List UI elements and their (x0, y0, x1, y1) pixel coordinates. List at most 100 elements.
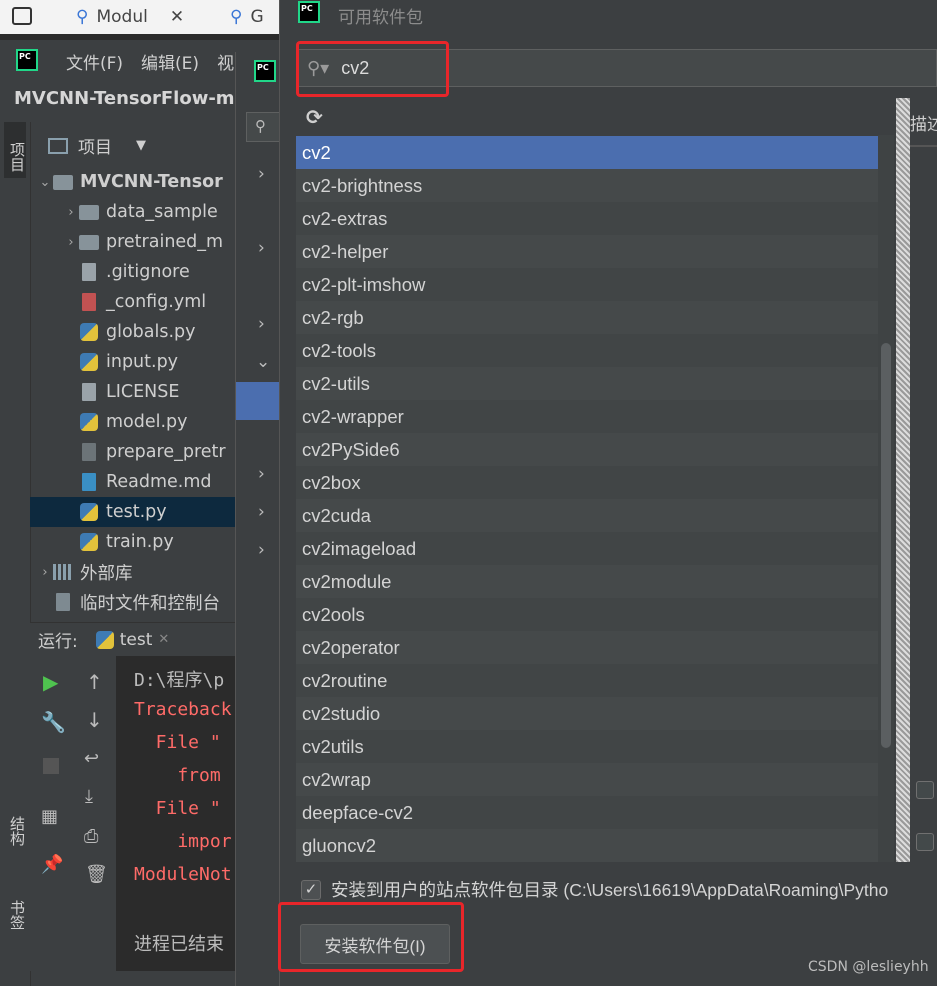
package-list-item[interactable]: cv2cuda (296, 499, 878, 532)
yml-file-icon (78, 292, 100, 312)
package-list-item[interactable]: deepface-cv2 (296, 796, 878, 829)
chevron-right-icon[interactable]: › (258, 464, 265, 484)
tree-item[interactable]: LICENSE (30, 377, 269, 407)
run-tab[interactable]: test ✕ (95, 630, 169, 650)
package-search-input[interactable] (339, 56, 844, 80)
chevron-right-icon[interactable]: › (258, 314, 265, 334)
tree-item[interactable]: › 外部库 (30, 557, 243, 587)
chevron-right-icon[interactable]: › (258, 164, 265, 184)
option-checkbox[interactable] (916, 833, 934, 851)
print-icon[interactable]: ⎙ (84, 826, 98, 847)
package-list: ⟳ cv2 cv2-brightness cv2-extras cv2-helper c… (296, 98, 894, 862)
menu-edit[interactable]: 编辑(E) (141, 49, 199, 74)
package-list-item[interactable]: cv2-brightness (296, 169, 878, 202)
settings-selected-row[interactable] (236, 382, 280, 420)
description-header: 描述 (910, 98, 937, 146)
wrench-icon[interactable]: 🔧 (41, 710, 66, 734)
tree-item[interactable]: .gitignore (30, 257, 269, 287)
tree-item-label: input.py (106, 352, 179, 372)
package-list-item[interactable]: cv2 (296, 136, 878, 169)
python-file-icon (78, 412, 100, 432)
structure-tool-tab[interactable]: 结构 (7, 816, 28, 846)
package-list-item[interactable]: cv2module (296, 565, 878, 598)
run-label: 运行: (38, 632, 78, 652)
tree-item[interactable]: prepare_pretr (30, 437, 269, 467)
package-list-item[interactable]: cv2ools (296, 598, 878, 631)
console-line: D:\程序\p (134, 670, 225, 691)
chevron-down-icon[interactable]: ⌄ (256, 352, 270, 372)
browser-tab-g[interactable]: ⚲ G (230, 4, 264, 30)
scroll-to-end-icon[interactable]: ⤓ (85, 786, 93, 807)
refresh-icon[interactable]: ⟳ (306, 105, 323, 129)
chevron-down-icon[interactable]: ⌄ (38, 175, 52, 190)
chevron-right-icon[interactable]: › (38, 565, 52, 580)
package-list-item[interactable]: cv2-plt-imshow (296, 268, 878, 301)
package-list-item[interactable]: gluoncv2 (296, 829, 878, 862)
python-file-icon (78, 502, 100, 522)
tree-item[interactable]: model.py (30, 407, 269, 437)
package-list-item[interactable]: cv2studio (296, 697, 878, 730)
dialog-title: 可用软件包 (338, 8, 423, 28)
menu-file[interactable]: 文件(F) (66, 49, 123, 74)
package-list-item[interactable]: cv2operator (296, 631, 878, 664)
package-list-item[interactable]: cv2utils (296, 730, 878, 763)
pin-icon[interactable]: 📌 (41, 854, 63, 875)
package-list-item[interactable]: cv2-rgb (296, 301, 878, 334)
tree-item-label: model.py (106, 412, 188, 432)
project-tool-tab[interactable]: 项目 (4, 122, 26, 178)
trash-icon[interactable]: 🗑 (85, 864, 108, 885)
python-file-icon (78, 532, 100, 552)
package-list-item[interactable]: cv2-helper (296, 235, 878, 268)
close-icon[interactable]: ✕ (158, 632, 169, 647)
tree-item[interactable]: test.py (30, 497, 269, 527)
package-list-item[interactable]: cv2-wrapper (296, 400, 878, 433)
search-icon: ⚲ (230, 7, 243, 27)
chevron-down-icon[interactable]: ▼ (136, 138, 146, 153)
bookmarks-tool-tab[interactable]: 书签 (7, 900, 28, 930)
library-icon (52, 562, 74, 582)
run-play-icon[interactable]: ▶ (43, 670, 58, 694)
package-list-item[interactable]: cv2routine (296, 664, 878, 697)
package-list-item[interactable]: cv2wrap (296, 763, 878, 796)
package-list-item[interactable]: cv2imageload (296, 532, 878, 565)
tree-item[interactable]: Readme.md (30, 467, 269, 497)
chevron-right-icon[interactable]: › (258, 502, 265, 522)
tree-item[interactable]: globals.py (30, 317, 269, 347)
arrow-down-icon[interactable]: ↓ (86, 708, 103, 732)
install-package-button[interactable]: 安装软件包(I) (300, 924, 450, 964)
tree-item[interactable]: ⌄ MVCNN-Tensor (30, 167, 243, 197)
project-view-icon (48, 137, 68, 154)
browser-tab-modul[interactable]: ⚲ Modul ✕ (76, 4, 184, 30)
tree-item[interactable]: _config.yml (30, 287, 269, 317)
package-search-field[interactable]: ⚲▾ (296, 49, 937, 87)
menu-view[interactable]: 视 (217, 49, 234, 74)
chevron-right-icon[interactable]: › (64, 235, 78, 250)
tree-item[interactable]: › pretrained_m (30, 227, 269, 257)
splitter-handle[interactable] (896, 98, 910, 862)
install-to-user-option[interactable]: ✓ 安装到用户的站点软件包目录 (C:\Users\16619\AppData\… (301, 877, 888, 902)
layout-icon[interactable]: ▦ (41, 806, 58, 827)
tree-item[interactable]: › data_sample (30, 197, 269, 227)
chevron-right-icon[interactable]: › (64, 205, 78, 220)
package-list-item[interactable]: cv2-extras (296, 202, 878, 235)
window-icon[interactable] (12, 7, 32, 25)
package-list-item[interactable]: cv2PySide6 (296, 433, 878, 466)
soft-wrap-icon[interactable]: ↩ (84, 748, 99, 769)
package-list-item[interactable]: cv2-utils (296, 367, 878, 400)
stop-icon[interactable] (43, 758, 59, 774)
tree-item[interactable]: 临时文件和控制台 (30, 587, 243, 617)
chevron-right-icon[interactable]: › (258, 238, 265, 258)
markdown-file-icon (78, 472, 100, 492)
option-checkbox[interactable] (916, 781, 934, 799)
tree-item[interactable]: input.py (30, 347, 269, 377)
package-list-scrollbar-thumb[interactable] (881, 343, 891, 748)
install-to-user-checkbox[interactable]: ✓ (301, 879, 321, 900)
package-list-item[interactable]: cv2-tools (296, 334, 878, 367)
chevron-right-icon[interactable]: › (258, 540, 265, 560)
tree-item[interactable]: train.py (30, 527, 269, 557)
project-view-header[interactable]: 项目 ▼ (48, 133, 146, 158)
package-list-item[interactable]: cv2box (296, 466, 878, 499)
close-icon[interactable]: ✕ (170, 7, 184, 27)
console-line: File " (134, 798, 221, 819)
arrow-up-icon[interactable]: ↑ (86, 670, 103, 694)
